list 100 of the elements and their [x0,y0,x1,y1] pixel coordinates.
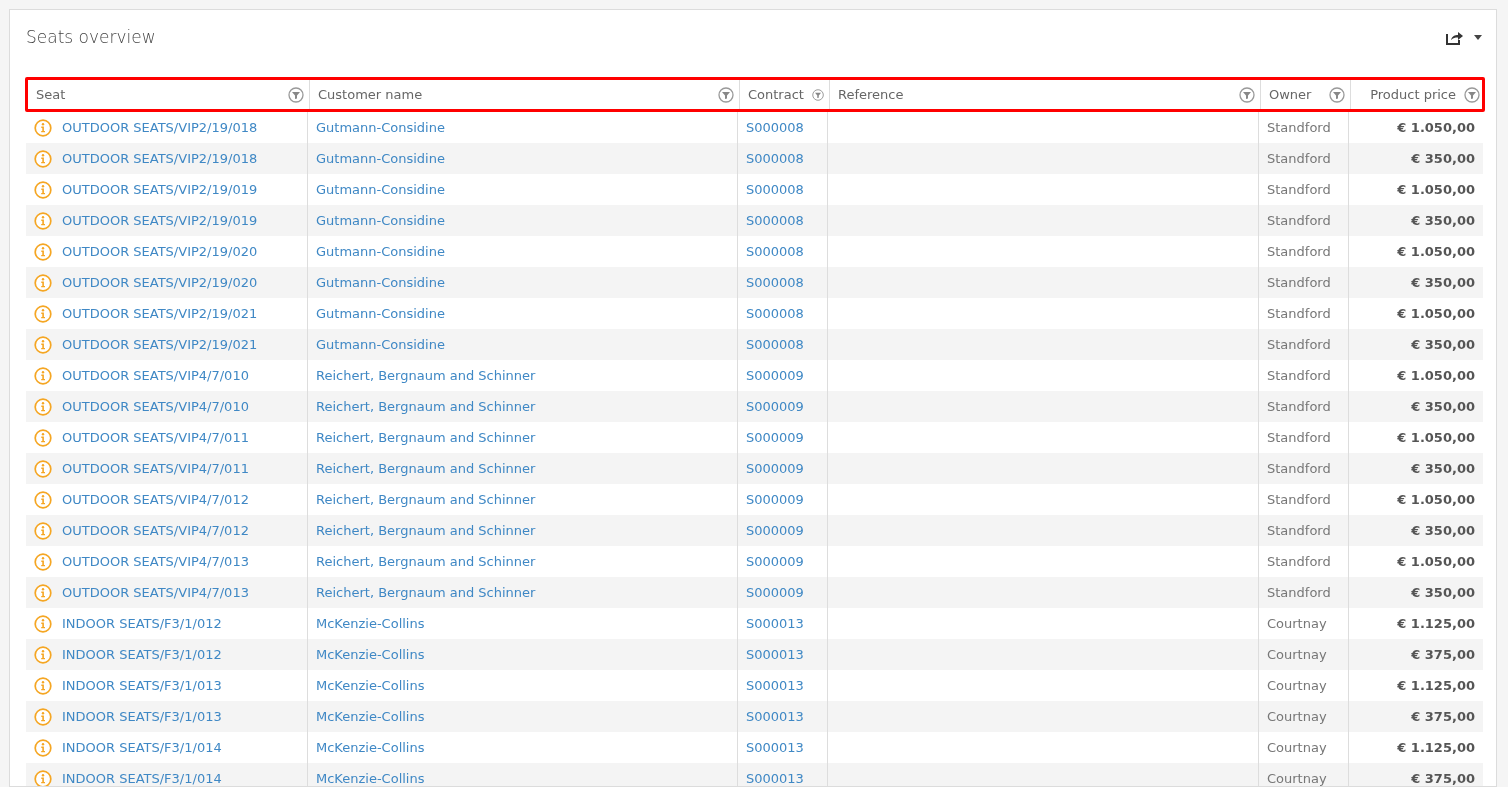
contract-link[interactable]: S000008 [746,182,804,197]
contract-link[interactable]: S000008 [746,337,804,352]
column-header[interactable]: Owner [1260,80,1350,109]
customer-link[interactable]: Reichert, Bergnaum and Schinner [316,461,536,476]
customer-link[interactable]: McKenzie-Collins [316,616,425,631]
customer-link[interactable]: Reichert, Bergnaum and Schinner [316,585,536,600]
contract-link[interactable]: S000013 [746,740,804,755]
customer-link[interactable]: Gutmann-Considine [316,244,445,259]
seat-link[interactable]: INDOOR SEATS/F3/1/013 [62,709,222,724]
info-icon[interactable] [34,180,52,199]
seat-link[interactable]: OUTDOOR SEATS/VIP2/19/020 [62,275,258,290]
contract-link[interactable]: S000009 [746,399,804,414]
info-icon[interactable] [34,769,52,786]
info-icon[interactable] [34,118,52,137]
column-header[interactable]: Product price [1350,80,1485,109]
filter-icon[interactable] [1239,86,1255,103]
contract-link[interactable]: S000013 [746,647,804,662]
contract-link[interactable]: S000008 [746,306,804,321]
info-icon[interactable] [34,149,52,168]
customer-link[interactable]: Reichert, Bergnaum and Schinner [316,492,536,507]
contract-link[interactable]: S000008 [746,151,804,166]
seat-link[interactable]: OUTDOOR SEATS/VIP2/19/020 [62,244,258,259]
info-icon[interactable] [34,397,52,416]
filter-icon[interactable] [288,86,304,103]
contract-link[interactable]: S000008 [746,275,804,290]
contract-link[interactable]: S000009 [746,430,804,445]
info-icon[interactable] [34,459,52,478]
info-icon[interactable] [34,645,52,664]
customer-link[interactable]: Reichert, Bergnaum and Schinner [316,399,536,414]
seat-link[interactable]: OUTDOOR SEATS/VIP4/7/010 [62,368,249,383]
info-icon[interactable] [34,273,52,292]
customer-link[interactable]: Reichert, Bergnaum and Schinner [316,554,536,569]
contract-link[interactable]: S000009 [746,585,804,600]
contract-link[interactable]: S000009 [746,461,804,476]
filter-icon[interactable] [811,86,824,103]
contract-link[interactable]: S000008 [746,120,804,135]
seat-link[interactable]: OUTDOOR SEATS/VIP4/7/012 [62,492,249,507]
customer-link[interactable]: Reichert, Bergnaum and Schinner [316,368,536,383]
seat-link[interactable]: OUTDOOR SEATS/VIP4/7/012 [62,523,249,538]
customer-link[interactable]: Gutmann-Considine [316,182,445,197]
seat-link[interactable]: INDOOR SEATS/F3/1/012 [62,616,222,631]
info-icon[interactable] [34,676,52,695]
seat-link[interactable]: OUTDOOR SEATS/VIP4/7/013 [62,554,249,569]
customer-link[interactable]: Reichert, Bergnaum and Schinner [316,430,536,445]
seat-link[interactable]: OUTDOOR SEATS/VIP4/7/010 [62,399,249,414]
column-header[interactable]: Reference [829,80,1260,109]
seat-link[interactable]: OUTDOOR SEATS/VIP2/19/018 [62,120,258,135]
seat-link[interactable]: INDOOR SEATS/F3/1/013 [62,678,222,693]
seat-link[interactable]: INDOOR SEATS/F3/1/014 [62,740,222,755]
info-icon[interactable] [34,614,52,633]
contract-link[interactable]: S000013 [746,678,804,693]
seat-link[interactable]: OUTDOOR SEATS/VIP4/7/011 [62,461,249,476]
column-header[interactable]: Seat [28,80,309,109]
info-icon[interactable] [34,304,52,323]
info-icon[interactable] [34,521,52,540]
seat-link[interactable]: OUTDOOR SEATS/VIP2/19/021 [62,306,258,321]
seat-link[interactable]: OUTDOOR SEATS/VIP2/19/018 [62,151,258,166]
customer-link[interactable]: McKenzie-Collins [316,678,425,693]
filter-icon[interactable] [1329,86,1345,103]
contract-link[interactable]: S000008 [746,244,804,259]
customer-link[interactable]: Gutmann-Considine [316,275,445,290]
info-icon[interactable] [34,552,52,571]
customer-link[interactable]: Gutmann-Considine [316,120,445,135]
customer-link[interactable]: Gutmann-Considine [316,306,445,321]
customer-link[interactable]: Gutmann-Considine [316,151,445,166]
customer-link[interactable]: Gutmann-Considine [316,213,445,228]
customer-link[interactable]: McKenzie-Collins [316,740,425,755]
contract-link[interactable]: S000008 [746,213,804,228]
contract-link[interactable]: S000009 [746,554,804,569]
customer-link[interactable]: Reichert, Bergnaum and Schinner [316,523,536,538]
info-icon[interactable] [34,490,52,509]
seat-link[interactable]: INDOOR SEATS/F3/1/014 [62,771,222,786]
customer-link[interactable]: Gutmann-Considine [316,337,445,352]
contract-link[interactable]: S000009 [746,523,804,538]
contract-link[interactable]: S000009 [746,368,804,383]
column-header[interactable]: Customer name [309,80,739,109]
seat-link[interactable]: OUTDOOR SEATS/VIP2/19/019 [62,213,258,228]
seat-link[interactable]: OUTDOOR SEATS/VIP2/19/021 [62,337,258,352]
customer-link[interactable]: McKenzie-Collins [316,771,425,786]
filter-icon[interactable] [718,86,734,103]
filter-icon[interactable] [1464,86,1480,103]
info-icon[interactable] [34,335,52,354]
info-icon[interactable] [34,242,52,261]
info-icon[interactable] [34,707,52,726]
seat-link[interactable]: INDOOR SEATS/F3/1/012 [62,647,222,662]
info-icon[interactable] [34,211,52,230]
info-icon[interactable] [34,738,52,757]
customer-link[interactable]: McKenzie-Collins [316,647,425,662]
contract-link[interactable]: S000009 [746,492,804,507]
contract-link[interactable]: S000013 [746,616,804,631]
info-icon[interactable] [34,428,52,447]
column-header[interactable]: Contract [739,80,829,109]
seat-link[interactable]: OUTDOOR SEATS/VIP4/7/011 [62,430,249,445]
contract-link[interactable]: S000013 [746,771,804,786]
seat-link[interactable]: OUTDOOR SEATS/VIP4/7/013 [62,585,249,600]
info-icon[interactable] [34,366,52,385]
info-icon[interactable] [34,583,52,602]
contract-link[interactable]: S000013 [746,709,804,724]
customer-link[interactable]: McKenzie-Collins [316,709,425,724]
seat-link[interactable]: OUTDOOR SEATS/VIP2/19/019 [62,182,258,197]
